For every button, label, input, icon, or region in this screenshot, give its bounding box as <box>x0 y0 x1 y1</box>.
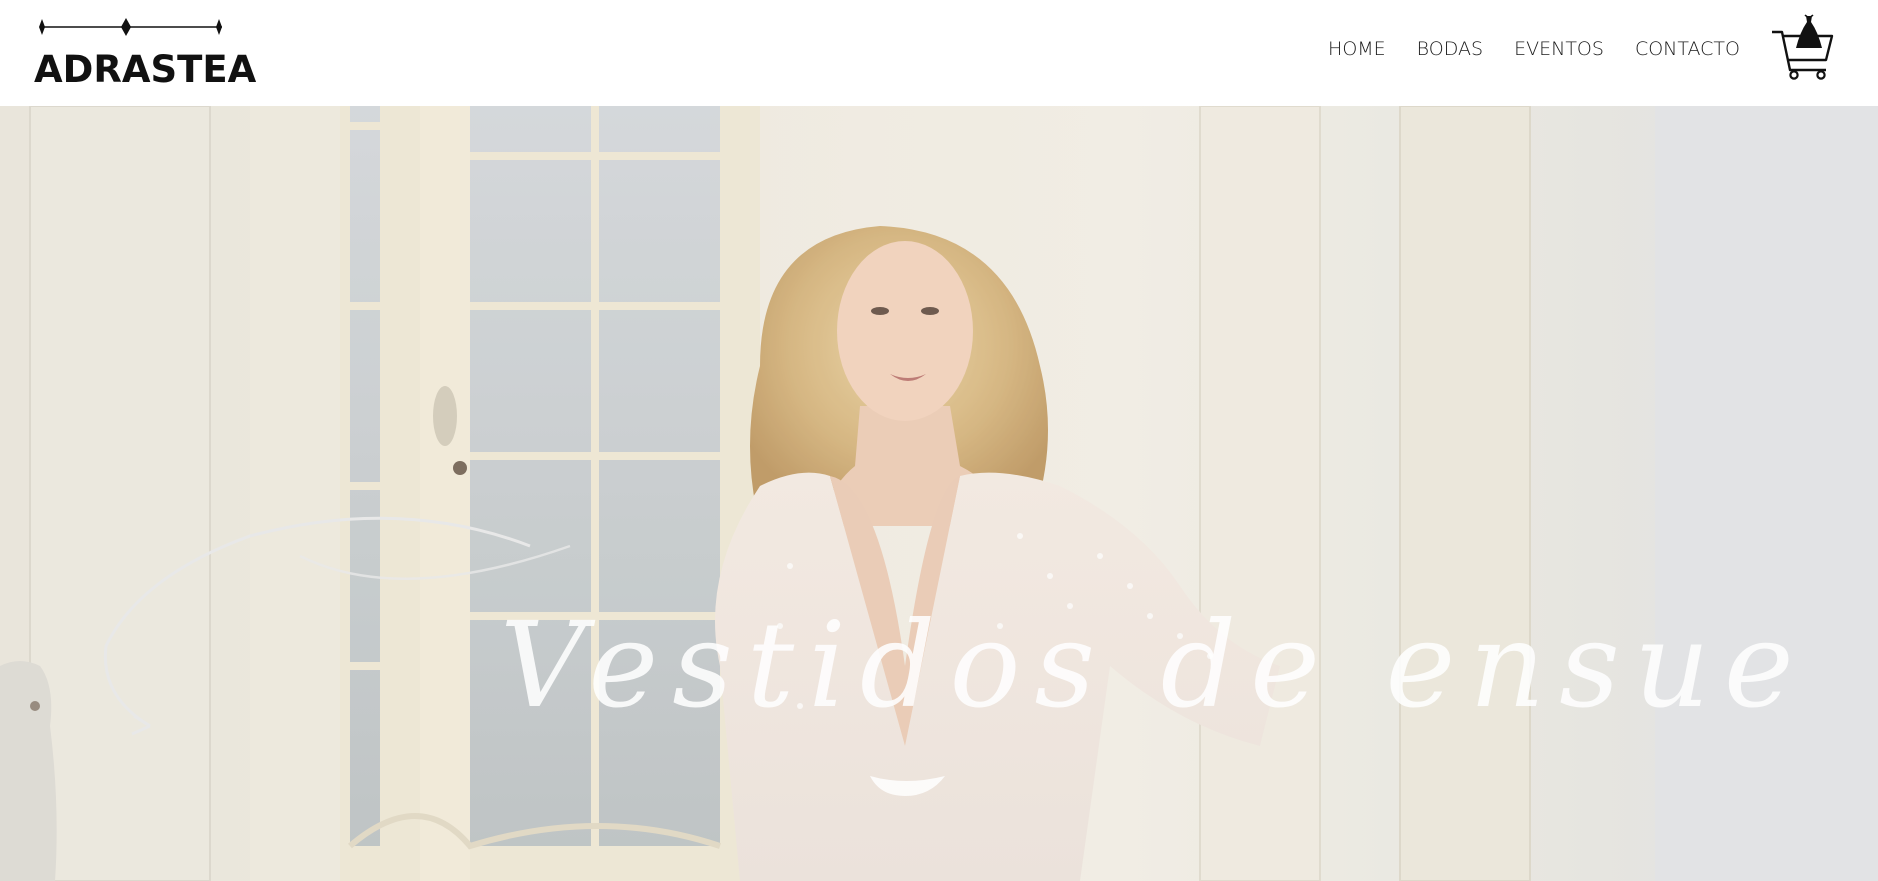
diamond-line-ornament-icon <box>39 18 222 36</box>
nav-home[interactable]: HOME <box>1328 36 1386 62</box>
nav-contacto[interactable]: CONTACTO <box>1635 36 1740 62</box>
hero-banner: Vestidos de ensueño <box>0 106 1878 881</box>
brand-name: ADRASTEA <box>34 48 257 91</box>
hero-title: Vestidos de ensueño <box>500 596 1800 734</box>
shopping-cart-dress-icon[interactable] <box>1770 12 1834 80</box>
hero-title-graphic: Vestidos de ensueño <box>103 516 1800 736</box>
main-nav: HOME BODAS EVENTOS CONTACTO <box>1297 36 1740 62</box>
site-header: ADRASTEA HOME BODAS EVENTOS CONTACTO <box>0 0 1878 106</box>
nav-eventos[interactable]: EVENTOS <box>1514 36 1604 62</box>
brand-logo[interactable]: ADRASTEA <box>34 16 256 92</box>
nav-bodas[interactable]: BODAS <box>1417 36 1483 62</box>
